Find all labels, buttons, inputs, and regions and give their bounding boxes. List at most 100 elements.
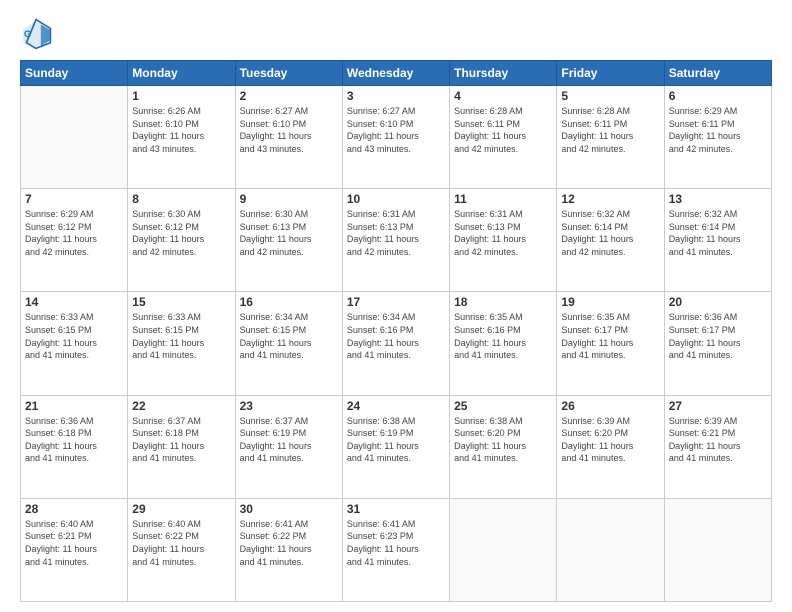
calendar-cell: 27Sunrise: 6:39 AM Sunset: 6:21 PM Dayli…	[664, 395, 771, 498]
calendar-cell: 31 Sunrise: 6:41 AM Sunset: 6:23 PM Dayli…	[342, 498, 449, 601]
calendar-cell: 12Sunrise: 6:32 AM Sunset: 6:14 PM Dayli…	[557, 189, 664, 292]
weekday-header: Sunday	[21, 61, 128, 86]
day-info: Sunrise: 6:41 AM Sunset: 6:23 PM Dayligh…	[347, 518, 445, 568]
calendar-week-row: 1 Sunrise: 6:26 AM Sunset: 6:10 PM Daylig…	[21, 86, 772, 189]
calendar-cell	[450, 498, 557, 601]
day-number: 9	[240, 192, 338, 206]
day-info: Sunrise: 6:37 AM Sunset: 6:19 PM Dayligh…	[240, 415, 338, 465]
day-number: 28	[25, 502, 123, 516]
day-number: 3	[347, 89, 445, 103]
day-number: 22	[132, 399, 230, 413]
day-number: 29	[132, 502, 230, 516]
calendar-cell: 20 Sunrise: 6:36 AM Sunset: 6:17 PM Dayli…	[664, 292, 771, 395]
day-info: Sunrise: 6:35 AM Sunset: 6:16 PM Dayligh…	[454, 311, 552, 361]
page: G SundayMondayTuesdayWednesdayThursdayFr…	[0, 0, 792, 612]
day-info: Sunrise: 6:31 AM Sunset: 6:13 PM Dayligh…	[454, 208, 552, 258]
calendar-cell: 15Sunrise: 6:33 AM Sunset: 6:15 PM Dayli…	[128, 292, 235, 395]
day-number: 7	[25, 192, 123, 206]
calendar-cell: 17 Sunrise: 6:34 AM Sunset: 6:16 PM Dayli…	[342, 292, 449, 395]
calendar-table: SundayMondayTuesdayWednesdayThursdayFrid…	[20, 60, 772, 602]
calendar-header-row: SundayMondayTuesdayWednesdayThursdayFrid…	[21, 61, 772, 86]
day-number: 23	[240, 399, 338, 413]
weekday-header: Monday	[128, 61, 235, 86]
calendar-week-row: 21 Sunrise: 6:36 AM Sunset: 6:18 PM Dayli…	[21, 395, 772, 498]
day-info: Sunrise: 6:26 AM Sunset: 6:10 PM Dayligh…	[132, 105, 230, 155]
calendar-cell: 11Sunrise: 6:31 AM Sunset: 6:13 PM Dayli…	[450, 189, 557, 292]
calendar-cell: 8 Sunrise: 6:30 AM Sunset: 6:12 PM Daylig…	[128, 189, 235, 292]
day-info: Sunrise: 6:30 AM Sunset: 6:12 PM Dayligh…	[132, 208, 230, 258]
day-info: Sunrise: 6:41 AM Sunset: 6:22 PM Dayligh…	[240, 518, 338, 568]
svg-text:G: G	[24, 29, 31, 39]
calendar-cell: 22 Sunrise: 6:37 AM Sunset: 6:18 PM Dayli…	[128, 395, 235, 498]
day-info: Sunrise: 6:28 AM Sunset: 6:11 PM Dayligh…	[454, 105, 552, 155]
calendar-cell	[557, 498, 664, 601]
weekday-header: Saturday	[664, 61, 771, 86]
logo-icon: G	[20, 18, 52, 50]
calendar-cell: 10 Sunrise: 6:31 AM Sunset: 6:13 PM Dayli…	[342, 189, 449, 292]
calendar-week-row: 7 Sunrise: 6:29 AM Sunset: 6:12 PM Daylig…	[21, 189, 772, 292]
calendar-cell: 13 Sunrise: 6:32 AM Sunset: 6:14 PM Dayli…	[664, 189, 771, 292]
day-info: Sunrise: 6:36 AM Sunset: 6:17 PM Dayligh…	[669, 311, 767, 361]
day-number: 10	[347, 192, 445, 206]
calendar-cell: 18 Sunrise: 6:35 AM Sunset: 6:16 PM Dayli…	[450, 292, 557, 395]
day-info: Sunrise: 6:34 AM Sunset: 6:16 PM Dayligh…	[347, 311, 445, 361]
day-info: Sunrise: 6:34 AM Sunset: 6:15 PM Dayligh…	[240, 311, 338, 361]
calendar-cell: 9Sunrise: 6:30 AM Sunset: 6:13 PM Daylig…	[235, 189, 342, 292]
header: G	[20, 18, 772, 50]
calendar-cell: 5 Sunrise: 6:28 AM Sunset: 6:11 PM Daylig…	[557, 86, 664, 189]
day-number: 1	[132, 89, 230, 103]
calendar-cell: 6 Sunrise: 6:29 AM Sunset: 6:11 PM Daylig…	[664, 86, 771, 189]
calendar-cell: 3 Sunrise: 6:27 AM Sunset: 6:10 PM Daylig…	[342, 86, 449, 189]
day-number: 26	[561, 399, 659, 413]
calendar-cell: 24 Sunrise: 6:38 AM Sunset: 6:19 PM Dayli…	[342, 395, 449, 498]
day-number: 2	[240, 89, 338, 103]
day-number: 13	[669, 192, 767, 206]
day-info: Sunrise: 6:39 AM Sunset: 6:20 PM Dayligh…	[561, 415, 659, 465]
day-number: 18	[454, 295, 552, 309]
day-info: Sunrise: 6:38 AM Sunset: 6:19 PM Dayligh…	[347, 415, 445, 465]
day-number: 19	[561, 295, 659, 309]
day-number: 4	[454, 89, 552, 103]
day-info: Sunrise: 6:27 AM Sunset: 6:10 PM Dayligh…	[240, 105, 338, 155]
day-info: Sunrise: 6:29 AM Sunset: 6:11 PM Dayligh…	[669, 105, 767, 155]
weekday-header: Tuesday	[235, 61, 342, 86]
day-info: Sunrise: 6:28 AM Sunset: 6:11 PM Dayligh…	[561, 105, 659, 155]
weekday-header: Thursday	[450, 61, 557, 86]
calendar-cell	[21, 86, 128, 189]
day-number: 31	[347, 502, 445, 516]
calendar-week-row: 28 Sunrise: 6:40 AM Sunset: 6:21 PM Dayli…	[21, 498, 772, 601]
day-number: 21	[25, 399, 123, 413]
day-info: Sunrise: 6:37 AM Sunset: 6:18 PM Dayligh…	[132, 415, 230, 465]
day-number: 14	[25, 295, 123, 309]
day-number: 12	[561, 192, 659, 206]
calendar-cell: 1 Sunrise: 6:26 AM Sunset: 6:10 PM Daylig…	[128, 86, 235, 189]
day-info: Sunrise: 6:27 AM Sunset: 6:10 PM Dayligh…	[347, 105, 445, 155]
calendar-cell: 29 Sunrise: 6:40 AM Sunset: 6:22 PM Dayli…	[128, 498, 235, 601]
day-info: Sunrise: 6:31 AM Sunset: 6:13 PM Dayligh…	[347, 208, 445, 258]
day-number: 25	[454, 399, 552, 413]
day-info: Sunrise: 6:38 AM Sunset: 6:20 PM Dayligh…	[454, 415, 552, 465]
calendar-cell: 28 Sunrise: 6:40 AM Sunset: 6:21 PM Dayli…	[21, 498, 128, 601]
day-number: 8	[132, 192, 230, 206]
day-info: Sunrise: 6:33 AM Sunset: 6:15 PM Dayligh…	[25, 311, 123, 361]
day-number: 16	[240, 295, 338, 309]
day-number: 6	[669, 89, 767, 103]
day-number: 15	[132, 295, 230, 309]
day-info: Sunrise: 6:32 AM Sunset: 6:14 PM Dayligh…	[669, 208, 767, 258]
calendar-cell: 2 Sunrise: 6:27 AM Sunset: 6:10 PM Daylig…	[235, 86, 342, 189]
calendar-cell	[664, 498, 771, 601]
calendar-cell: 4 Sunrise: 6:28 AM Sunset: 6:11 PM Daylig…	[450, 86, 557, 189]
day-info: Sunrise: 6:40 AM Sunset: 6:21 PM Dayligh…	[25, 518, 123, 568]
day-number: 30	[240, 502, 338, 516]
calendar-cell: 30 Sunrise: 6:41 AM Sunset: 6:22 PM Dayli…	[235, 498, 342, 601]
calendar-week-row: 14 Sunrise: 6:33 AM Sunset: 6:15 PM Dayli…	[21, 292, 772, 395]
weekday-header: Wednesday	[342, 61, 449, 86]
calendar-cell: 25 Sunrise: 6:38 AM Sunset: 6:20 PM Dayli…	[450, 395, 557, 498]
day-number: 17	[347, 295, 445, 309]
day-info: Sunrise: 6:29 AM Sunset: 6:12 PM Dayligh…	[25, 208, 123, 258]
day-number: 24	[347, 399, 445, 413]
day-number: 20	[669, 295, 767, 309]
day-info: Sunrise: 6:36 AM Sunset: 6:18 PM Dayligh…	[25, 415, 123, 465]
day-info: Sunrise: 6:40 AM Sunset: 6:22 PM Dayligh…	[132, 518, 230, 568]
day-number: 5	[561, 89, 659, 103]
